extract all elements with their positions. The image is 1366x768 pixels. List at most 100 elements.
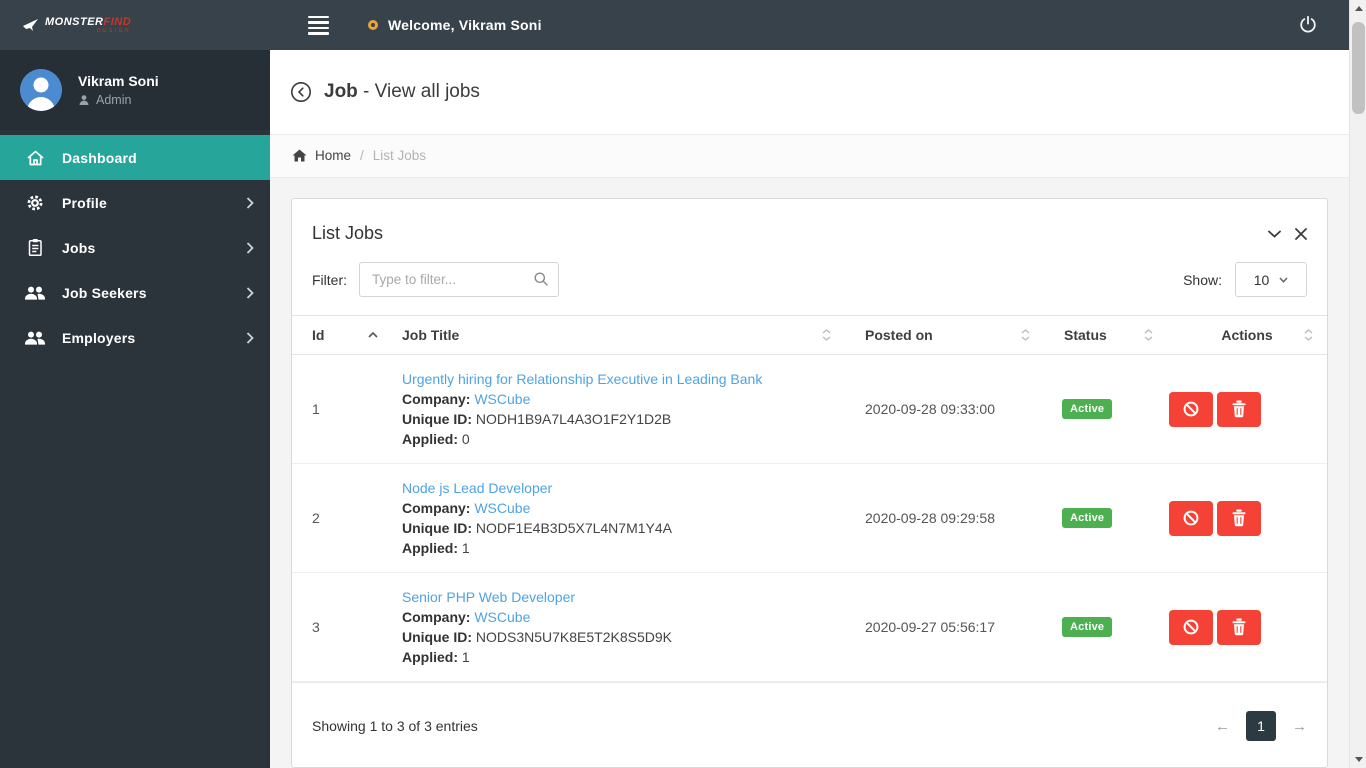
breadcrumb-separator: / bbox=[360, 148, 364, 164]
app-window: MONSTERFIND DESIGN Welcome, Vikram Soni bbox=[0, 0, 1349, 768]
logout-power-button[interactable] bbox=[1297, 14, 1319, 36]
unique-id-value: NODF1E4B3D5X7L4N7M1Y4A bbox=[475, 520, 672, 536]
ban-icon bbox=[1182, 509, 1200, 527]
jobs-table: Id Job Title Posted on Status Actions 1 … bbox=[292, 315, 1327, 682]
unique-id-value: NODS3N5U7K8E5T2K8S5D9K bbox=[475, 629, 672, 645]
column-header-posted-on[interactable]: Posted on bbox=[845, 315, 1044, 355]
job-id: 3 bbox=[292, 572, 392, 682]
chevron-right-icon bbox=[246, 196, 254, 209]
topbar: MONSTERFIND DESIGN Welcome, Vikram Soni bbox=[0, 0, 1349, 50]
trash-icon bbox=[1231, 509, 1247, 527]
sort-icon bbox=[1144, 329, 1153, 341]
deactivate-job-button[interactable] bbox=[1169, 609, 1213, 645]
job-title-link[interactable]: Node js Lead Developer bbox=[402, 480, 552, 496]
company-link[interactable]: WSCube bbox=[474, 609, 530, 625]
users-icon bbox=[22, 285, 48, 301]
home-icon bbox=[292, 149, 307, 162]
column-header-status[interactable]: Status bbox=[1044, 315, 1167, 355]
sort-icon bbox=[822, 329, 831, 341]
pagination: ← 1 → bbox=[1215, 711, 1307, 741]
sort-icon bbox=[1021, 329, 1030, 341]
pagination-next-button[interactable]: → bbox=[1292, 718, 1307, 735]
sort-icon bbox=[1304, 329, 1313, 341]
sidebar-item-dashboard[interactable]: Dashboard bbox=[0, 135, 270, 180]
chevron-right-icon bbox=[246, 331, 254, 344]
breadcrumb-current: List Jobs bbox=[372, 148, 427, 164]
sidebar-item-label: Job Seekers bbox=[62, 284, 147, 301]
job-id: 1 bbox=[292, 354, 392, 464]
applied-count: 1 bbox=[461, 540, 470, 556]
sidebar-item-employers[interactable]: Employers bbox=[0, 315, 270, 360]
user-name: Vikram Soni bbox=[78, 73, 159, 89]
filter-input[interactable] bbox=[359, 262, 559, 297]
column-header-actions[interactable]: Actions bbox=[1167, 315, 1327, 355]
breadcrumb-home-link[interactable]: Home bbox=[292, 148, 351, 163]
user-role: Admin bbox=[78, 93, 159, 107]
delete-job-button[interactable] bbox=[1217, 609, 1261, 645]
sidebar-item-jobs[interactable]: Jobs bbox=[0, 225, 270, 270]
clipboard-icon bbox=[22, 238, 48, 257]
sidebar-item-label: Dashboard bbox=[62, 149, 137, 166]
back-button[interactable] bbox=[290, 81, 312, 103]
power-icon bbox=[1297, 14, 1319, 36]
delete-job-button[interactable] bbox=[1217, 391, 1261, 427]
list-jobs-card: List Jobs Filter: Type to filter... Show… bbox=[291, 198, 1328, 768]
page-scrollbar[interactable] bbox=[1349, 0, 1366, 768]
sidebar-item-label: Profile bbox=[62, 194, 107, 211]
show-label: Show: bbox=[1183, 271, 1222, 288]
close-card-button[interactable] bbox=[1295, 227, 1307, 240]
welcome-text: Welcome, Vikram Soni bbox=[388, 17, 542, 33]
applied-count: 1 bbox=[461, 649, 470, 665]
trash-icon bbox=[1231, 618, 1247, 636]
ban-icon bbox=[1182, 618, 1200, 636]
sidebar-user-panel: Vikram Soni Admin bbox=[0, 50, 270, 130]
card-footer: Showing 1 to 3 of 3 entries ← 1 → bbox=[292, 682, 1327, 767]
job-title-link[interactable]: Senior PHP Web Developer bbox=[402, 589, 575, 605]
table-header-row: Id Job Title Posted on Status Actions bbox=[292, 315, 1327, 355]
filter-row: Filter: Show: 10 bbox=[292, 250, 1327, 315]
sidebar: Vikram Soni Admin Dashboard Profile Jobs… bbox=[0, 50, 270, 768]
brand-logo[interactable]: MONSTERFIND DESIGN bbox=[22, 16, 131, 34]
scrollbar-down-arrow[interactable] bbox=[1350, 751, 1366, 768]
table-row: 2 Node js Lead Developer Company: WSCube… bbox=[292, 463, 1327, 573]
show-entries-select[interactable]: 10 bbox=[1235, 262, 1307, 297]
table-row: 1 Urgently hiring for Relationship Execu… bbox=[292, 354, 1327, 464]
column-header-id[interactable]: Id bbox=[292, 315, 392, 355]
collapse-card-button[interactable] bbox=[1268, 230, 1281, 238]
posted-on-value: 2020-09-27 05:56:17 bbox=[845, 572, 1044, 682]
logo-area: MONSTERFIND DESIGN bbox=[0, 0, 270, 50]
filter-label: Filter: bbox=[312, 271, 347, 288]
sidebar-menu: Dashboard Profile Jobs Job Seekers Emplo… bbox=[0, 130, 270, 360]
page-title: Job - View all jobs bbox=[324, 80, 480, 102]
scrollbar-up-arrow[interactable] bbox=[1350, 0, 1366, 17]
deactivate-job-button[interactable] bbox=[1169, 500, 1213, 536]
sidebar-item-profile[interactable]: Profile bbox=[0, 180, 270, 225]
person-icon bbox=[78, 94, 90, 106]
status-badge: Active bbox=[1062, 617, 1113, 637]
sidebar-item-label: Jobs bbox=[62, 239, 96, 256]
scrollbar-thumb[interactable] bbox=[1352, 22, 1365, 114]
pagination-page-1[interactable]: 1 bbox=[1246, 711, 1276, 741]
deactivate-job-button[interactable] bbox=[1169, 391, 1213, 427]
job-title-link[interactable]: Urgently hiring for Relationship Executi… bbox=[402, 371, 762, 387]
job-id: 2 bbox=[292, 463, 392, 573]
users-icon bbox=[22, 330, 48, 346]
sidebar-item-job-seekers[interactable]: Job Seekers bbox=[0, 270, 270, 315]
ban-icon bbox=[1182, 400, 1200, 418]
card-header: List Jobs bbox=[292, 199, 1327, 250]
search-icon bbox=[533, 271, 549, 287]
company-link[interactable]: WSCube bbox=[474, 500, 530, 516]
delete-job-button[interactable] bbox=[1217, 500, 1261, 536]
unique-id-value: NODH1B9A7L4A3O1F2Y1D2B bbox=[475, 411, 672, 427]
sidebar-item-label: Employers bbox=[62, 329, 136, 346]
hamburger-menu-icon[interactable] bbox=[304, 10, 333, 41]
table-row: 3 Senior PHP Web Developer Company: WSCu… bbox=[292, 572, 1327, 682]
user-avatar bbox=[20, 69, 62, 111]
pagination-prev-button[interactable]: ← bbox=[1215, 718, 1230, 735]
gear-icon bbox=[22, 194, 48, 212]
applied-count: 0 bbox=[461, 431, 470, 447]
trash-icon bbox=[1231, 400, 1247, 418]
status-ring-icon bbox=[368, 20, 378, 30]
company-link[interactable]: WSCube bbox=[474, 391, 530, 407]
column-header-job-title[interactable]: Job Title bbox=[392, 315, 845, 355]
